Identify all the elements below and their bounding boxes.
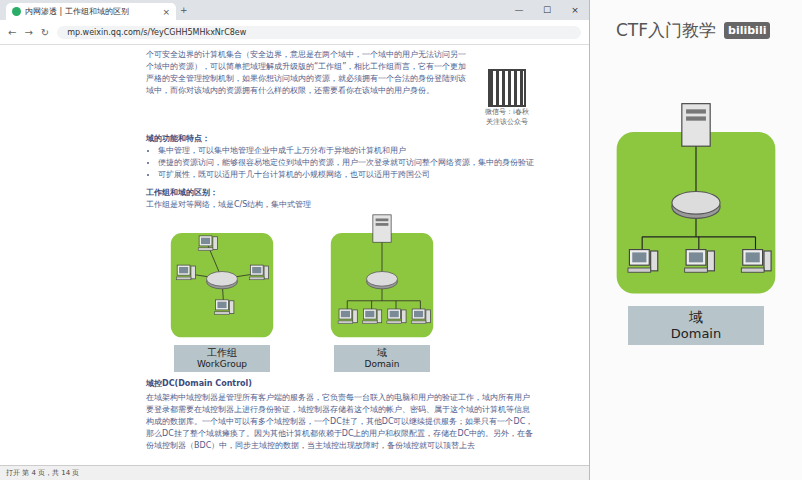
- qr-caption: 微信号：i春秋: [485, 107, 529, 117]
- figure: 工作组WorkGroup: [162, 213, 282, 372]
- video-header: CTF入门教学 bilibili: [590, 0, 802, 60]
- intro-paragraph: 个可安全边界的计算机集合（安全边界，意思是在两个域中，一个域中的用户无法访问另一…: [146, 49, 468, 97]
- url-field[interactable]: mp.weixin.qq.com/s/YeyCGHH5MHkxNrC8ew: [57, 26, 581, 39]
- wechat-icon: [12, 7, 21, 16]
- window-control-button[interactable]: —: [505, 0, 533, 20]
- bilibili-logo: bilibili: [724, 22, 770, 39]
- tab-title: 内网渗透 | 工作组和域的区别: [25, 6, 158, 17]
- figure: 域Domain: [322, 213, 442, 372]
- figures: 工作组WorkGroup 域Domain: [146, 213, 536, 372]
- dc-title: 域控DC(Domain Control): [146, 378, 536, 390]
- window-control-button[interactable]: ×: [561, 0, 589, 20]
- workgroup-diagram: [162, 213, 282, 341]
- browser-tab[interactable]: 内网渗透 | 工作组和域的区别 ×: [6, 3, 176, 20]
- domain-diagram: [322, 213, 442, 341]
- figure-label: 工作组WorkGroup: [174, 345, 270, 372]
- dc-paragraph: 在域架构中域控制器是管理所有客户端的服务器，它负责每一台联入的电脑和用户的验证工…: [146, 392, 536, 452]
- hub-icon: [366, 272, 397, 289]
- computer-icon: [338, 309, 357, 324]
- domain-diagram: [611, 100, 781, 300]
- diff-text: 工作组是对等网络，域是C/S结构，集中式管理: [146, 199, 536, 211]
- figure-label: 域Domain: [334, 345, 430, 372]
- qr-block: 微信号：i春秋关注该公众号: [478, 49, 536, 127]
- hub-icon: [206, 272, 237, 289]
- nav-button[interactable]: ←: [8, 27, 16, 38]
- feature-item: 可扩展性，既可以适用于几十台计算机的小规模网络，也可以适用于跨国公司: [158, 169, 536, 181]
- article: 个可安全边界的计算机集合（安全边界，意思是在两个域中，一个域中的用户无法访问另一…: [0, 45, 589, 465]
- status-bar: 打开 第 4 页，共 14 页: [0, 465, 589, 480]
- nav-button[interactable]: →: [24, 27, 32, 38]
- server-icon: [682, 104, 710, 147]
- computer-icon: [411, 309, 430, 324]
- video-figure: 域Domain: [590, 60, 802, 345]
- figure-label: 域Domain: [628, 306, 764, 345]
- window-controls: —☐×: [505, 0, 589, 20]
- computer-icon: [387, 309, 406, 324]
- browser-window: 内网渗透 | 工作组和域的区别×+—☐×←→↻mp.weixin.qq.com/…: [0, 0, 590, 480]
- feature-item: 便捷的资源访问，能够很容易地定位到域中的资源，用户一次登录就可访问整个网络资源，…: [158, 157, 536, 169]
- window-control-button[interactable]: ☐: [533, 0, 561, 20]
- address-bar: ← → ↻ mp.weixin.qq.com/s/YeyCGHH5MHkxNrC8ew: [0, 20, 589, 45]
- computer-icon: [685, 250, 715, 273]
- computer-icon: [215, 300, 234, 315]
- server-icon: [373, 215, 391, 242]
- qr-caption: 关注该公众号: [486, 117, 528, 127]
- video-panel: CTF入门教学 bilibili 域Domain: [590, 0, 802, 480]
- computer-icon: [249, 265, 268, 280]
- tab-close-button[interactable]: ×: [162, 7, 170, 17]
- feature-item: 集中管理，可以集中地管理企业中成千上万分布于异地的计算机和用户: [158, 145, 536, 157]
- video-title: CTF入门教学: [616, 19, 716, 42]
- tab-bar: 内网渗透 | 工作组和域的区别×+—☐×: [0, 0, 589, 20]
- computer-icon: [628, 250, 658, 273]
- screen: 内网渗透 | 工作组和域的区别×+—☐×←→↻mp.weixin.qq.com/…: [0, 0, 802, 480]
- computer-icon: [362, 309, 381, 324]
- diff-title: 工作组和域的区别：: [146, 187, 536, 199]
- computer-icon: [176, 265, 195, 280]
- features-title: 域的功能和特点：: [146, 133, 536, 145]
- computer-icon: [741, 250, 771, 273]
- hub-icon: [672, 192, 720, 219]
- features-list: 集中管理，可以集中地管理企业中成千上万分布于异地的计算机和用户便捷的资源访问，能…: [146, 145, 536, 181]
- new-tab-button[interactable]: +: [180, 5, 188, 15]
- nav-button[interactable]: ↻: [41, 27, 49, 38]
- qr-code-icon[interactable]: [488, 69, 526, 107]
- computer-icon: [198, 236, 217, 251]
